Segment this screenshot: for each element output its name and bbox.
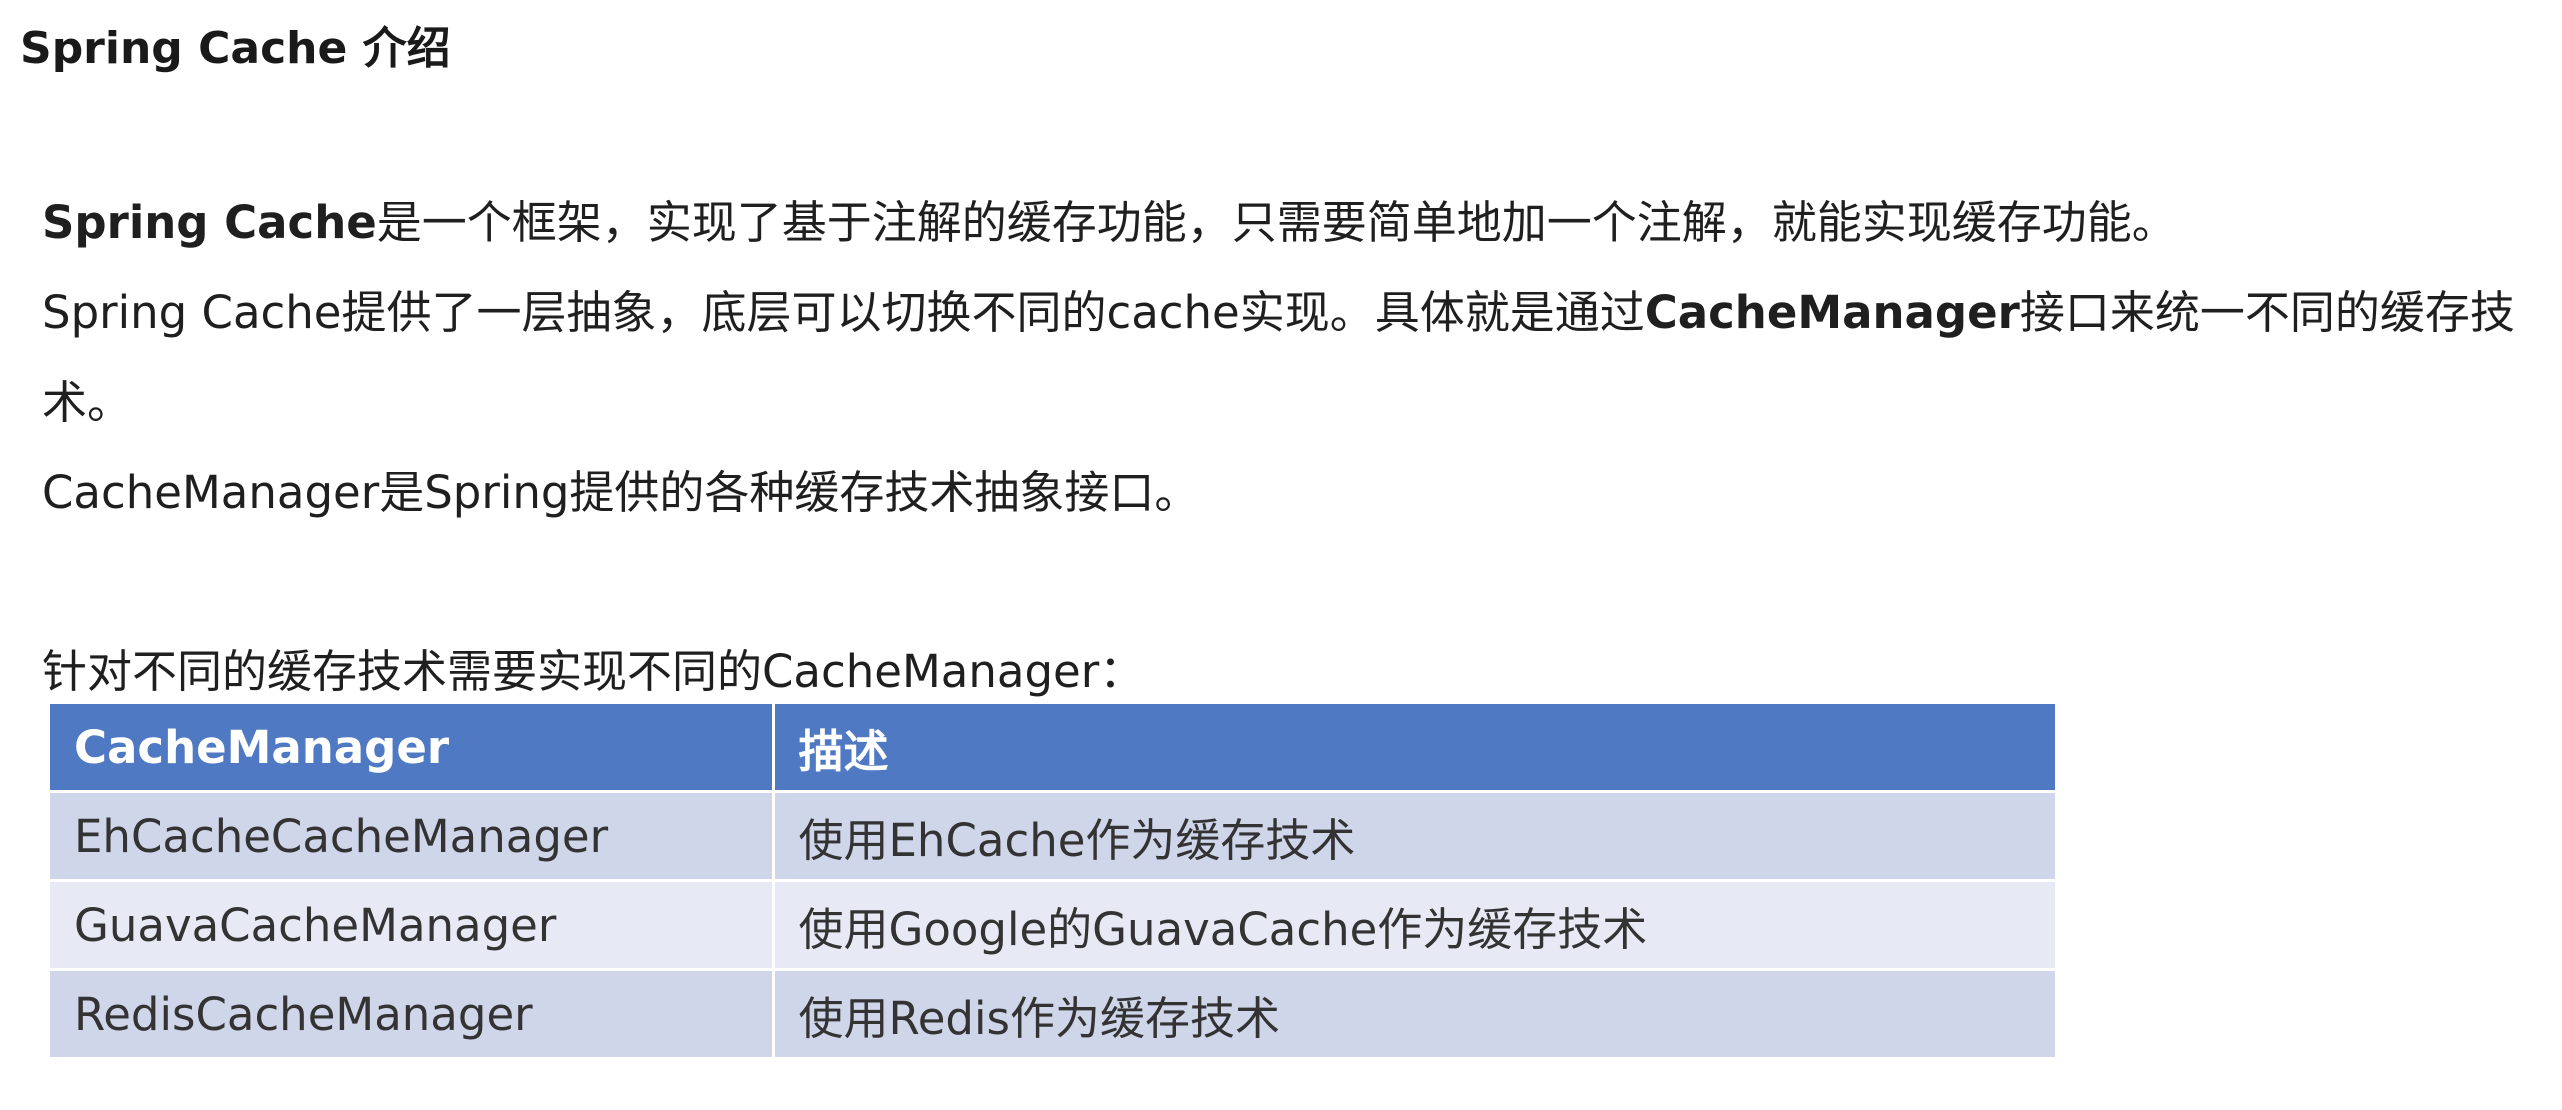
table-cell-description: 使用Google的GuavaCache作为缓存技术 xyxy=(773,880,2055,971)
table-row: EhCacheCacheManager 使用EhCache作为缓存技术 xyxy=(50,791,2055,882)
table-cell-manager: EhCacheCacheManager xyxy=(50,791,775,882)
page-title: Spring Cache 介绍 xyxy=(20,23,451,74)
table-row: GuavaCacheManager 使用Google的GuavaCache作为缓… xyxy=(50,880,2055,971)
table-header-cachemanager: CacheManager xyxy=(50,704,775,793)
table-cell-manager: RedisCacheManager xyxy=(50,969,775,1060)
table-header-description: 描述 xyxy=(773,704,2055,793)
table-cell-description: 使用EhCache作为缓存技术 xyxy=(773,791,2055,882)
table-row: RedisCacheManager 使用Redis作为缓存技术 xyxy=(50,969,2055,1060)
table-header-row: CacheManager 描述 xyxy=(50,704,2055,793)
spring-cache-bold-term: Spring Cache xyxy=(42,196,377,249)
paragraph-intro-text: 是一个框架，实现了基于注解的缓存功能，只需要简单地加一个注解，就能实现缓存功能。 xyxy=(376,196,2177,249)
cachemanager-table-wrapper: CacheManager 描述 EhCacheCacheManager 使用Eh… xyxy=(50,704,2055,1060)
paragraph-cachemanager: CacheManager是Spring提供的各种缓存技术抽象接口。 xyxy=(42,466,1200,519)
paragraph-abstraction-start: Spring Cache提供了一层抽象，底层可以切换不同的cache实现。具体就… xyxy=(42,286,1645,339)
cachemanager-table: CacheManager 描述 EhCacheCacheManager 使用Eh… xyxy=(50,704,2055,1060)
table-cell-manager: GuavaCacheManager xyxy=(50,880,775,971)
document-page: Spring Cache 介绍 Spring Cache是一个框架，实现了基于注… xyxy=(0,0,2562,1110)
document-body: Spring Cache是一个框架，实现了基于注解的缓存功能，只需要简单地加一个… xyxy=(42,178,2522,717)
paragraph-intro: Spring Cache是一个框架，实现了基于注解的缓存功能，只需要简单地加一个… xyxy=(42,178,2522,268)
cachemanager-bold-term: CacheManager xyxy=(1644,286,2020,339)
paragraph-abstraction: Spring Cache提供了一层抽象，底层可以切换不同的cache实现。具体就… xyxy=(42,268,2522,448)
table-cell-description: 使用Redis作为缓存技术 xyxy=(773,969,2055,1060)
